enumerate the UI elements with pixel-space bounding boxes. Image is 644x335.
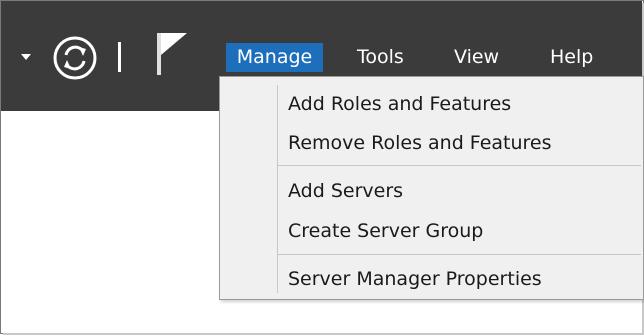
menu-item-add-servers[interactable]: Add Servers — [288, 176, 403, 206]
menu-item-server-manager-properties[interactable]: Server Manager Properties — [288, 264, 542, 294]
menu-manage[interactable]: Manage — [226, 43, 323, 72]
menu-separator — [278, 165, 641, 166]
dropdown-arrow-icon[interactable] — [21, 54, 31, 61]
menu-separator — [278, 254, 641, 255]
manage-menu-dropdown: Add Roles and Features Remove Roles and … — [219, 76, 644, 300]
menu-help[interactable]: Help — [550, 43, 593, 72]
menu-item-create-server-group[interactable]: Create Server Group — [288, 216, 483, 246]
menu-view[interactable]: View — [454, 43, 499, 72]
menu-item-add-roles-and-features[interactable]: Add Roles and Features — [288, 89, 511, 119]
menu-tools[interactable]: Tools — [357, 43, 404, 72]
toolbar-separator — [118, 42, 121, 72]
menu-item-remove-roles-and-features[interactable]: Remove Roles and Features — [288, 128, 552, 158]
menu-gutter-line — [277, 85, 278, 293]
refresh-icon[interactable] — [52, 35, 98, 81]
notifications-flag-icon[interactable] — [153, 33, 191, 75]
